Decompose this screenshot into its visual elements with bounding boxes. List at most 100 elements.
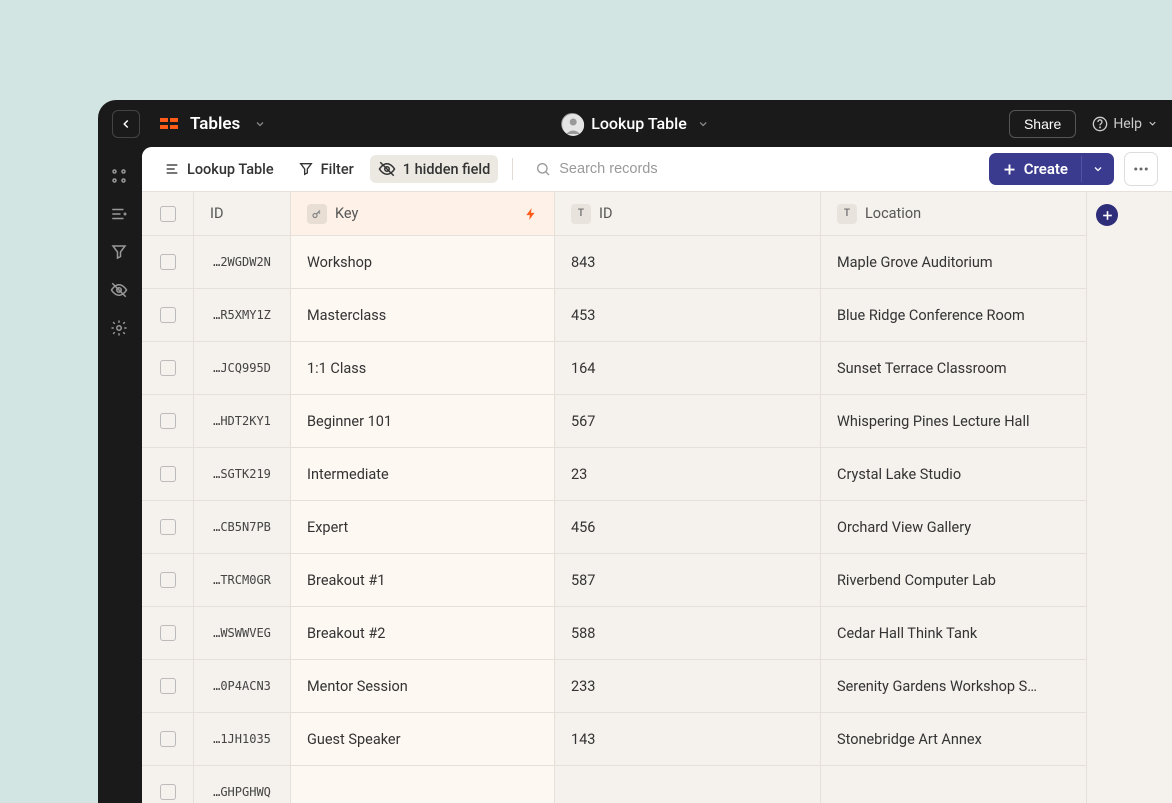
row-checkbox[interactable] <box>160 519 176 535</box>
cell-id[interactable]: 233 <box>555 660 821 712</box>
create-dropdown[interactable] <box>1081 156 1114 182</box>
cell-short-id[interactable]: …JCQ995D <box>194 342 291 394</box>
cell-location[interactable]: Sunset Terrace Classroom <box>821 342 1087 394</box>
filter-button[interactable]: Filter <box>290 156 362 183</box>
row-checkbox[interactable] <box>160 466 176 482</box>
cell-short-id[interactable]: …SGTK219 <box>194 448 291 500</box>
cell-location[interactable]: Orchard View Gallery <box>821 501 1087 553</box>
eye-off-icon <box>378 160 396 178</box>
row-checkbox[interactable] <box>160 360 176 376</box>
cell-key[interactable]: Masterclass <box>291 289 555 341</box>
cell-id[interactable]: 164 <box>555 342 821 394</box>
row-checkbox[interactable] <box>160 307 176 323</box>
eye-off-icon[interactable] <box>110 281 130 301</box>
cell-short-id[interactable]: …0P4ACN3 <box>194 660 291 712</box>
table-row[interactable]: …2WGDW2NWorkshop843Maple Grove Auditoriu… <box>142 236 1172 289</box>
cell-location[interactable]: Riverbend Computer Lab <box>821 554 1087 606</box>
chevron-down-icon <box>697 118 709 130</box>
cell-location[interactable]: Stonebridge Art Annex <box>821 713 1087 765</box>
cell-key[interactable]: 1:1 Class <box>291 342 555 394</box>
cell-location[interactable]: Crystal Lake Studio <box>821 448 1087 500</box>
table-row[interactable]: …0P4ACN3Mentor Session233Serenity Garden… <box>142 660 1172 713</box>
cell-location[interactable]: Cedar Hall Think Tank <box>821 607 1087 659</box>
cell-short-id[interactable]: …WSWWVEG <box>194 607 291 659</box>
table-row[interactable]: …TRCM0GRBreakout #1587Riverbend Computer… <box>142 554 1172 607</box>
table-row[interactable]: …R5XMY1ZMasterclass453Blue Ridge Confere… <box>142 289 1172 342</box>
cell-key[interactable]: Breakout #1 <box>291 554 555 606</box>
cell-location[interactable]: Blue Ridge Conference Room <box>821 289 1087 341</box>
cell-id[interactable]: 567 <box>555 395 821 447</box>
table-row[interactable]: …1JH1035Guest Speaker143Stonebridge Art … <box>142 713 1172 766</box>
row-checkbox[interactable] <box>160 731 176 747</box>
select-all-checkbox[interactable] <box>160 206 176 222</box>
table-row[interactable]: …SGTK219Intermediate23Crystal Lake Studi… <box>142 448 1172 501</box>
cell-key[interactable] <box>291 766 555 803</box>
table-row[interactable]: …WSWWVEGBreakout #2588Cedar Hall Think T… <box>142 607 1172 660</box>
cell-location[interactable]: Serenity Gardens Workshop S… <box>821 660 1087 712</box>
add-column-button[interactable] <box>1096 204 1118 226</box>
cell-key[interactable]: Breakout #2 <box>291 607 555 659</box>
more-button[interactable] <box>1124 152 1158 186</box>
search-icon <box>535 161 551 177</box>
chevron-down-icon[interactable] <box>254 118 266 130</box>
table-area: ID Key T ID T Location <box>142 192 1172 803</box>
list-icon <box>164 161 180 177</box>
row-checkbox-cell <box>142 660 194 712</box>
row-checkbox[interactable] <box>160 572 176 588</box>
column-header-id[interactable]: ID <box>194 192 291 235</box>
cell-short-id[interactable]: …2WGDW2N <box>194 236 291 288</box>
grid-icon[interactable] <box>110 167 130 187</box>
view-name[interactable]: Lookup Table <box>156 156 282 183</box>
create-button[interactable]: Create <box>989 153 1114 185</box>
cell-location[interactable]: Maple Grove Auditorium <box>821 236 1087 288</box>
filter-icon <box>298 161 314 177</box>
cell-short-id[interactable]: …HDT2KY1 <box>194 395 291 447</box>
column-header-location[interactable]: T Location <box>821 192 1087 235</box>
table-row[interactable]: …HDT2KY1Beginner 101567Whispering Pines … <box>142 395 1172 448</box>
share-button[interactable]: Share <box>1009 110 1076 138</box>
back-button[interactable] <box>112 110 140 138</box>
column-header-id2[interactable]: T ID <box>555 192 821 235</box>
topbar: Tables Lookup Table Share Help <box>98 100 1172 147</box>
cell-location[interactable]: Whispering Pines Lecture Hall <box>821 395 1087 447</box>
table-row[interactable]: …CB5N7PBExpert456Orchard View Gallery <box>142 501 1172 554</box>
cell-id[interactable]: 843 <box>555 236 821 288</box>
cell-key[interactable]: Intermediate <box>291 448 555 500</box>
cell-id[interactable]: 588 <box>555 607 821 659</box>
row-checkbox[interactable] <box>160 678 176 694</box>
cell-id[interactable]: 456 <box>555 501 821 553</box>
cell-key[interactable]: Expert <box>291 501 555 553</box>
cell-short-id[interactable]: …R5XMY1Z <box>194 289 291 341</box>
table-row[interactable]: …GHPGHWQ <box>142 766 1172 803</box>
topbar-title[interactable]: Tables <box>190 114 240 134</box>
table-name-dropdown[interactable]: Lookup Table <box>561 113 709 135</box>
cell-short-id[interactable]: …GHPGHWQ <box>194 766 291 803</box>
row-checkbox[interactable] <box>160 625 176 641</box>
cell-id[interactable] <box>555 766 821 803</box>
column-header-key[interactable]: Key <box>291 192 555 235</box>
cell-key[interactable]: Guest Speaker <box>291 713 555 765</box>
cell-key[interactable]: Workshop <box>291 236 555 288</box>
cell-short-id[interactable]: …1JH1035 <box>194 713 291 765</box>
row-checkbox[interactable] <box>160 784 176 800</box>
search-input[interactable] <box>559 161 759 177</box>
cell-short-id[interactable]: …TRCM0GR <box>194 554 291 606</box>
cell-short-id[interactable]: …CB5N7PB <box>194 501 291 553</box>
row-checkbox[interactable] <box>160 254 176 270</box>
cell-id[interactable]: 143 <box>555 713 821 765</box>
help-button[interactable]: Help <box>1092 116 1158 132</box>
table-row[interactable]: …JCQ995D1:1 Class164Sunset Terrace Class… <box>142 342 1172 395</box>
cell-key[interactable]: Beginner 101 <box>291 395 555 447</box>
cell-id[interactable]: 23 <box>555 448 821 500</box>
gear-icon[interactable] <box>110 319 130 339</box>
search-wrap[interactable] <box>527 161 980 177</box>
cell-id[interactable]: 453 <box>555 289 821 341</box>
row-checkbox[interactable] <box>160 413 176 429</box>
cell-location[interactable] <box>821 766 1087 803</box>
filter-icon[interactable] <box>110 243 130 263</box>
cell-id[interactable]: 587 <box>555 554 821 606</box>
hidden-fields-button[interactable]: 1 hidden field <box>370 155 499 183</box>
list-icon[interactable] <box>110 205 130 225</box>
row-checkbox-cell <box>142 395 194 447</box>
cell-key[interactable]: Mentor Session <box>291 660 555 712</box>
